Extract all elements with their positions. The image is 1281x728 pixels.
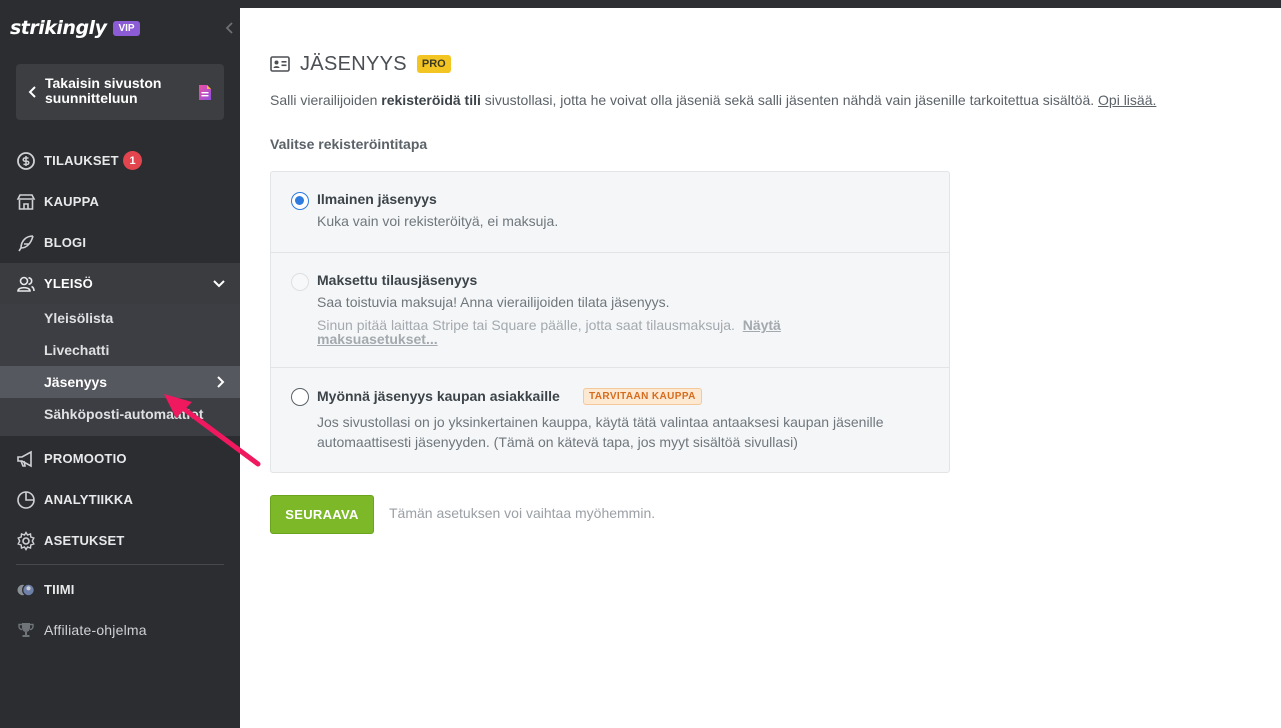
nav-affiliate[interactable]: Affiliate-ohjelma [0,609,240,650]
option-free-title: Ilmainen jäsenyys [317,191,437,207]
sub-livechatti-label: Livechatti [44,342,110,358]
nav-yleiso-label: YLEISÖ [44,276,93,291]
strikingly-logo[interactable]: strikingly [10,17,107,39]
radio-paid-membership[interactable] [291,273,309,291]
option-store-sub-2: automaattisesti jäsenyyden. (Tämä on kät… [317,434,798,450]
sidebar: strikingly VIP Takaisin sivuston suunnit… [0,0,240,728]
learn-more-link[interactable]: Opi lisää. [1098,92,1156,108]
nav-blogi-label: BLOGI [44,235,87,250]
nav-tilaukset-label: TILAUKSET [44,153,119,168]
orders-count-badge: 1 [123,151,142,170]
next-button[interactable]: SEURAAVA [270,495,374,534]
sub-jasenyys-label: Jäsenyys [44,374,108,390]
option-paid-note: Sinun pitää laittaa Stripe tai Square pä… [317,318,817,346]
vip-badge: VIP [113,20,140,36]
document-icon [199,85,211,100]
pie-chart-icon [16,490,36,510]
chevron-down-icon [213,279,225,287]
audience-submenu: Yleisölista Livechatti Jäsenyys Sähköpos… [0,304,240,436]
nav-kauppa[interactable]: KAUPPA [0,181,240,222]
back-to-editor-label: Takaisin sivuston suunnitteluun [45,75,162,106]
option-paid-sub: Saa toistuvia maksuja! Anna vierailijoid… [317,294,670,310]
sub-jasenyys[interactable]: Jäsenyys [0,366,240,398]
store-icon [16,192,36,212]
nav-blogi[interactable]: BLOGI [0,222,240,263]
back-to-editor-button[interactable]: Takaisin sivuston suunnitteluun [16,64,224,120]
gear-icon [16,530,36,551]
feather-icon [16,233,36,253]
page-title: JÄSENYYS [300,52,407,75]
id-card-icon [270,56,290,72]
page-title-row: JÄSENYYS PRO [270,52,451,76]
desc-bold: rekisteröidä tili [381,92,481,108]
option-paid-title: Maksettu tilausjäsenyys [317,272,478,288]
nav-affiliate-label: Affiliate-ohjelma [44,621,147,638]
store-required-tag: TARVITAAN KAUPPA [583,388,702,405]
megaphone-icon [16,449,36,469]
chevron-right-icon [217,376,225,388]
nav-tilaukset[interactable]: TILAUKSET 1 [0,140,240,181]
registration-method-label: Valitse rekisteröintitapa [270,136,428,152]
radio-free-membership[interactable] [291,192,309,210]
pro-badge: PRO [416,55,451,73]
team-avatar-icon [16,580,36,600]
nav-tiimi[interactable]: TIIMI [0,569,240,610]
option-store-title: Myönnä jäsenyys kaupan asiakkaille [317,388,560,404]
logo-row: strikingly VIP [10,14,140,42]
desc-pre: Salli vierailijoiden [270,92,382,108]
nav-asetukset-label: ASETUKSET [44,533,125,548]
sidebar-divider [16,564,224,565]
option-paid-membership[interactable]: Maksettu tilausjäsenyys Saa toistuvia ma… [271,252,949,367]
nav-tiimi-label: TIIMI [44,582,75,597]
nav-kauppa-label: KAUPPA [44,194,100,209]
sub-livechatti[interactable]: Livechatti [0,334,240,366]
sub-yleisolista[interactable]: Yleisölista [0,302,240,334]
nav-analytiikka-label: ANALYTIIKKA [44,492,134,507]
nav-yleiso[interactable]: YLEISÖ [0,263,240,304]
trophy-icon [16,620,36,640]
main-content: JÄSENYYS PRO Salli vierailijoiden rekist… [240,8,1281,728]
option-store-sub-1: Jos sivustollasi on jo yksinkertainen ka… [317,414,884,430]
nav-analytiikka[interactable]: ANALYTIIKKA [0,479,240,520]
sub-sahkoposti-label: Sähköposti-automaatiot [44,406,204,422]
option-free-sub: Kuka vain voi rekisteröityä, ei maksuja. [317,213,559,229]
desc-post: sivustollasi, jotta he voivat olla jäsen… [480,92,1099,108]
nav-promootio[interactable]: PROMOOTIO [0,438,240,479]
chevron-left-icon [28,86,36,98]
registration-options-card: Ilmainen jäsenyys Kuka vain voi rekister… [270,171,950,473]
nav-promootio-label: PROMOOTIO [44,451,127,466]
nav-asetukset[interactable]: ASETUKSET [0,520,240,561]
people-icon [16,274,36,294]
option-free-membership[interactable]: Ilmainen jäsenyys Kuka vain voi rekister… [271,172,949,252]
dollar-circle-icon [16,151,36,171]
sub-yleisolista-label: Yleisölista [44,310,114,326]
collapse-sidebar-chevron-left-icon[interactable] [224,20,236,36]
option-store-customers[interactable]: Myönnä jäsenyys kaupan asiakkaille TARVI… [271,367,949,472]
radio-store-customers[interactable] [291,388,309,406]
change-later-hint: Tämän asetuksen voi vaihtaa myöhemmin. [389,505,656,521]
page-description: Salli vierailijoiden rekisteröidä tili s… [270,92,1156,108]
sub-sahkoposti[interactable]: Sähköposti-automaatiot [0,398,240,430]
